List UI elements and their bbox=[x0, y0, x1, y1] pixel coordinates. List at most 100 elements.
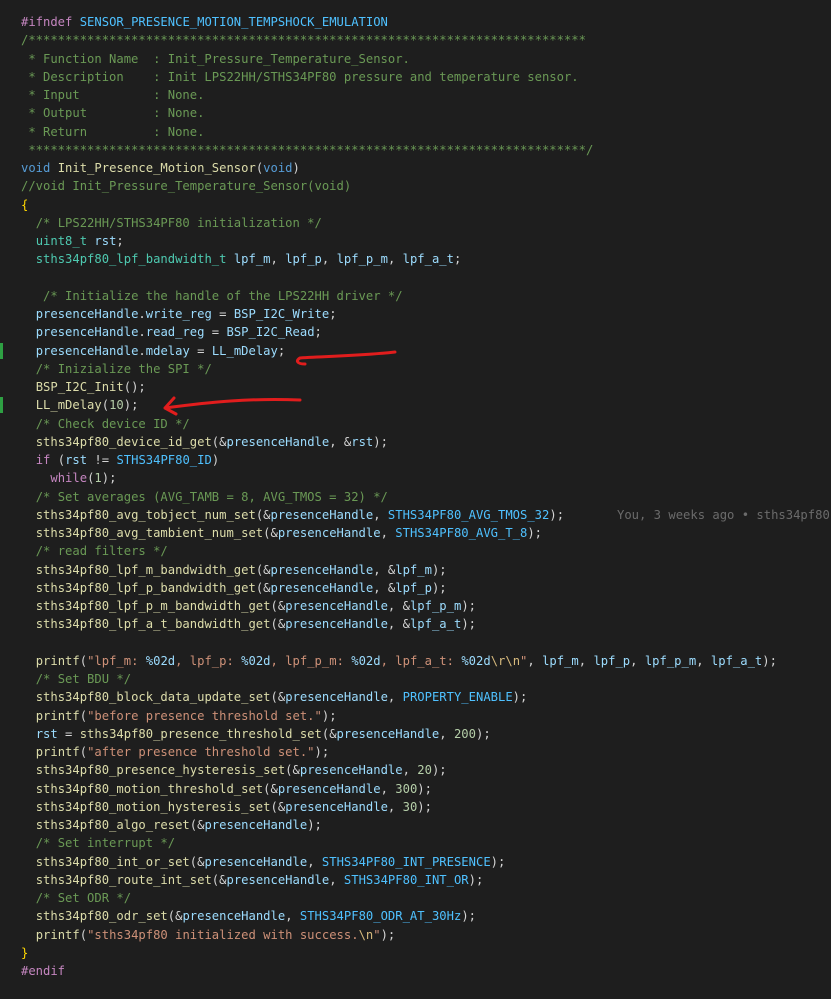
code-line[interactable]: uint8_t rst; bbox=[0, 232, 831, 250]
code-line[interactable]: #endif bbox=[0, 962, 831, 980]
code-editor[interactable]: #ifndef SENSOR_PRESENCE_MOTION_TEMPSHOCK… bbox=[0, 13, 831, 980]
code-line[interactable]: presenceHandle.mdelay = LL_mDelay; bbox=[0, 342, 831, 360]
code-token: printf bbox=[35, 745, 80, 759]
code-line[interactable]: presenceHandle.write_reg = BSP_I2C_Write… bbox=[0, 305, 831, 323]
code-line[interactable]: /* Set averages (AVG_TAMB = 8, AVG_TMOS … bbox=[0, 488, 831, 506]
code-line[interactable]: /* Initialize the handle of the LPS22HH … bbox=[0, 287, 831, 305]
code-line[interactable]: /* Inizialize the SPI */ bbox=[0, 360, 831, 378]
code-line[interactable]: * Input : None. bbox=[0, 86, 831, 104]
code-line[interactable]: #ifndef SENSOR_PRESENCE_MOTION_TEMPSHOCK… bbox=[0, 13, 831, 31]
code-token: write_reg bbox=[145, 307, 212, 321]
code-line[interactable]: sths34pf80_route_int_set(&presenceHandle… bbox=[0, 871, 831, 889]
code-token: ); bbox=[762, 653, 777, 668]
code-token: Init_Presence_Motion_Sensor bbox=[57, 161, 256, 175]
code-token: ; bbox=[277, 343, 286, 358]
code-line[interactable]: sths34pf80_lpf_m_bandwidth_get(&presence… bbox=[0, 561, 831, 579]
code-line[interactable]: /* read filters */ bbox=[0, 542, 831, 560]
code-line[interactable]: sths34pf80_avg_tobject_num_set(&presence… bbox=[0, 506, 831, 524]
code-line[interactable]: sths34pf80_lpf_bandwidth_t lpf_m, lpf_p,… bbox=[0, 250, 831, 268]
code-line[interactable]: /***************************************… bbox=[0, 31, 831, 49]
code-line[interactable]: /* Set ODR */ bbox=[0, 889, 831, 907]
code-token: (& bbox=[189, 854, 205, 869]
code-line[interactable]: presenceHandle.read_reg = BSP_I2C_Read; bbox=[0, 323, 831, 341]
code-token: (& bbox=[270, 617, 286, 632]
code-line[interactable]: rst = sths34pf80_presence_threshold_set(… bbox=[0, 725, 831, 743]
code-token: { bbox=[21, 197, 29, 212]
code-token: %02d bbox=[461, 653, 491, 668]
code-line[interactable]: /* Check device ID */ bbox=[0, 415, 831, 433]
code-token: /* read filters */ bbox=[35, 544, 168, 559]
code-token: = bbox=[189, 343, 212, 358]
code-line[interactable]: sths34pf80_avg_tambient_num_set(&presenc… bbox=[0, 524, 831, 542]
code-token: lpf_p_m bbox=[644, 653, 697, 668]
code-token: lpf_p bbox=[395, 580, 432, 595]
code-line[interactable]: /* Set BDU */ bbox=[0, 670, 831, 688]
code-line[interactable]: sths34pf80_device_id_get(&presenceHandle… bbox=[0, 433, 831, 451]
code-line[interactable]: * Function Name : Init_Pressure_Temperat… bbox=[0, 50, 831, 68]
code-line[interactable]: sths34pf80_lpf_p_bandwidth_get(&presence… bbox=[0, 579, 831, 597]
code-line[interactable]: sths34pf80_algo_reset(&presenceHandle); bbox=[0, 816, 831, 834]
code-token: , bbox=[307, 854, 322, 869]
code-line[interactable]: sths34pf80_motion_hysteresis_set(&presen… bbox=[0, 798, 831, 816]
code-line[interactable]: /* Set interrupt */ bbox=[0, 834, 831, 852]
code-line[interactable]: sths34pf80_block_data_update_set(&presen… bbox=[0, 688, 831, 706]
code-line[interactable]: void Init_Presence_Motion_Sensor(void) bbox=[0, 159, 831, 177]
code-line[interactable]: ****************************************… bbox=[0, 141, 831, 159]
code-line[interactable]: while(1); bbox=[0, 469, 831, 487]
code-token: ); bbox=[431, 763, 447, 778]
code-line[interactable]: /* LPS22HH/STHS34PF80 initialization */ bbox=[0, 214, 831, 232]
code-line[interactable]: printf("sths34pf80 initialized with succ… bbox=[0, 926, 831, 944]
code-token: sths34pf80_lpf_a_t_bandwidth_get bbox=[35, 617, 271, 632]
code-line[interactable]: sths34pf80_lpf_a_t_bandwidth_get(&presen… bbox=[0, 615, 831, 633]
code-token: ); bbox=[461, 599, 476, 613]
code-token: ); bbox=[417, 781, 432, 796]
code-token: , bbox=[285, 909, 300, 924]
code-line[interactable]: LL_mDelay(10); bbox=[0, 396, 831, 414]
code-line[interactable]: } bbox=[0, 944, 831, 962]
code-line[interactable]: printf("before presence threshold set.")… bbox=[0, 707, 831, 725]
code-token: void bbox=[263, 161, 293, 175]
code-token: "sths34pf80 initialized with success. bbox=[87, 927, 359, 942]
code-line[interactable]: { bbox=[0, 196, 831, 214]
code-line[interactable]: printf("after presence threshold set."); bbox=[0, 743, 831, 761]
code-token: BSP_I2C_Write bbox=[233, 307, 330, 321]
code-line[interactable]: if (rst != STHS34PF80_ID) bbox=[0, 451, 831, 469]
code-line[interactable]: //void Init_Pressure_Temperature_Sensor(… bbox=[0, 177, 831, 195]
code-line[interactable]: * Output : None. bbox=[0, 104, 831, 122]
code-line[interactable]: printf("lpf_m: %02d, lpf_p: %02d, lpf_p_… bbox=[0, 652, 831, 670]
code-line[interactable]: * Return : None. bbox=[0, 123, 831, 141]
code-line[interactable] bbox=[0, 634, 831, 652]
code-line[interactable]: sths34pf80_presence_hysteresis_set(&pres… bbox=[0, 761, 831, 779]
code-line[interactable]: * Description : Init LPS22HH/STHS34PF80 … bbox=[0, 68, 831, 86]
code-line[interactable]: sths34pf80_lpf_p_m_bandwidth_get(&presen… bbox=[0, 597, 831, 615]
code-token: * Output : None. bbox=[21, 106, 205, 121]
code-token: lpf_p bbox=[285, 252, 322, 267]
code-line[interactable]: BSP_I2C_Init(); bbox=[0, 378, 831, 396]
code-line[interactable] bbox=[0, 269, 831, 287]
code-line[interactable]: sths34pf80_odr_set(&presenceHandle, STHS… bbox=[0, 907, 831, 925]
code-line[interactable]: sths34pf80_motion_threshold_set(&presenc… bbox=[0, 780, 831, 798]
code-line[interactable]: sths34pf80_int_or_set(&presenceHandle, S… bbox=[0, 853, 831, 871]
code-token: presenceHandle bbox=[277, 526, 381, 540]
code-token: presenceHandle bbox=[285, 599, 388, 613]
code-token: sths34pf80_motion_threshold_set bbox=[35, 781, 264, 796]
code-token: sths34pf80_block_data_update_set bbox=[35, 690, 271, 705]
code-token: . bbox=[138, 343, 146, 358]
code-token: ( bbox=[79, 653, 88, 668]
code-token: lpf_m bbox=[542, 653, 579, 668]
code-token: SENSOR_PRESENCE_MOTION_TEMPSHOCK_EMULATI… bbox=[79, 15, 388, 29]
code-token: sths34pf80_route_int_set bbox=[35, 872, 212, 887]
git-change-marker bbox=[0, 397, 3, 414]
code-token: ) bbox=[292, 161, 300, 175]
